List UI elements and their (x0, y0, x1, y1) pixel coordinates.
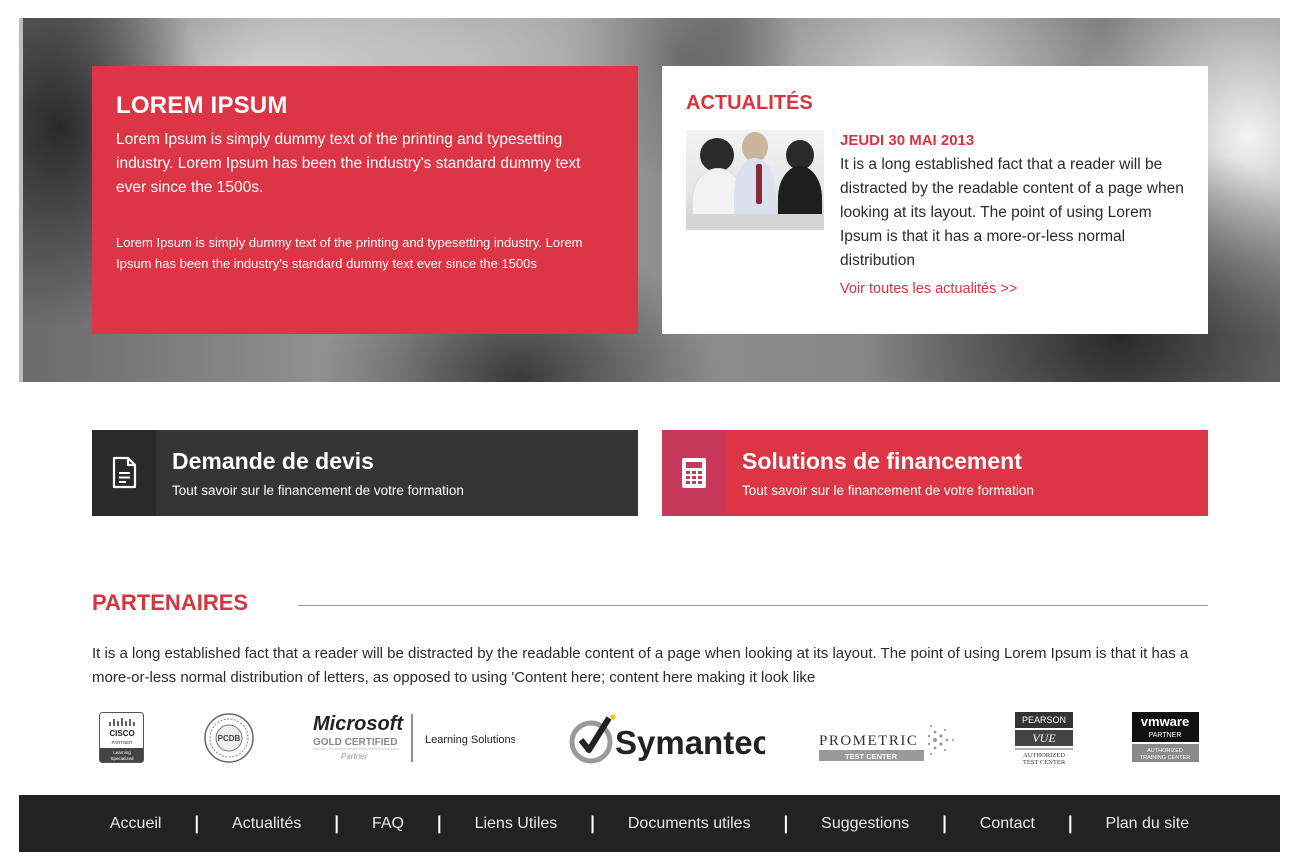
footer-link-documents-utiles[interactable]: Documents utiles (596, 815, 783, 833)
footer-separator: | (1066, 813, 1074, 834)
partners-text: It is a long established fact that a rea… (92, 645, 1189, 686)
svg-text:vmware: vmware (1141, 714, 1189, 729)
svg-text:AUTHORIZED: AUTHORIZED (1147, 748, 1183, 754)
footer-separator: | (193, 813, 201, 834)
svg-text:Specialized: Specialized (110, 756, 134, 761)
partners-header: PARTENAIRES (92, 590, 1208, 620)
financing-icon-box (662, 430, 726, 516)
financing-title: Solutions de financement (742, 448, 1022, 474)
svg-text:Learning: Learning (113, 750, 131, 755)
footer-separator: | (589, 813, 596, 834)
partners-divider (298, 605, 1208, 606)
financing-subtitle: Tout savoir sur le financement de votre … (742, 483, 1034, 498)
partners-title: PARTENAIRES (92, 590, 249, 615)
footer-link-actualites[interactable]: Actualités (200, 815, 333, 833)
promo-box: LOREM IPSUM Lorem Ipsum is simply dummy … (92, 66, 638, 334)
document-icon (112, 456, 137, 489)
svg-text:PCDB: PCDB (218, 734, 241, 743)
svg-text:AUTHORIZED: AUTHORIZED (1023, 752, 1065, 759)
svg-text:CISCO: CISCO (109, 729, 134, 738)
financing-banner[interactable]: Solutions de financement Tout savoir sur… (662, 430, 1208, 516)
news-title: ACTUALITÉS (686, 92, 813, 114)
footer-nav: Accueil | Actualités | FAQ | Liens Utile… (19, 795, 1280, 852)
quote-subtitle: Tout savoir sur le financement de votre … (172, 483, 464, 498)
footer-separator: | (782, 813, 790, 834)
svg-text:Microsoft: Microsoft (313, 713, 404, 735)
news-item: JEUDI 30 MAI 2013 It is a long establish… (840, 132, 1190, 297)
svg-text:VUE: VUE (1032, 731, 1056, 745)
footer-link-suggestions[interactable]: Suggestions (789, 815, 941, 833)
footer-link-faq[interactable]: FAQ (340, 815, 436, 833)
pearson-vue-logo[interactable]: PEARSON VUE AUTHORIZED TEST CENTER (1013, 708, 1077, 768)
hero-edge (19, 18, 23, 382)
news-date: JEUDI 30 MAI 2013 (840, 132, 975, 149)
footer-separator: | (333, 813, 340, 834)
calculator-icon (682, 458, 706, 488)
promo-paragraph-2: Lorem Ipsum is simply dummy text of the … (116, 235, 583, 271)
quote-request-banner[interactable]: Demande de devis Tout savoir sur le fina… (92, 430, 638, 516)
footer-link-plan-du-site[interactable]: Plan du site (1074, 815, 1222, 833)
microsoft-logo[interactable]: Microsoft GOLD CERTIFIED Partner Learnin… (311, 708, 517, 768)
footer-link-accueil[interactable]: Accueil (78, 815, 194, 833)
news-box: ACTUALITÉS JEUDI 30 MAI 2013 It is a lon… (662, 66, 1208, 334)
svg-text:PROMETRIC: PROMETRIC (819, 733, 918, 749)
all-news-link[interactable]: Voir toutes les actualités >> (840, 281, 1190, 297)
quote-icon-box (92, 430, 156, 516)
svg-text:Partner: Partner (341, 752, 368, 761)
cisco-logo[interactable]: CISCO PARTNER Learning Specialized (99, 708, 145, 768)
footer-link-liens-utiles[interactable]: Liens Utiles (443, 815, 590, 833)
svg-text:PEARSON: PEARSON (1022, 715, 1066, 725)
prometric-logo[interactable]: PROMETRIC TEST CENTER (817, 708, 959, 768)
svg-text:PARTNER: PARTNER (1149, 732, 1182, 739)
svg-text:Symantec: Symantec (615, 724, 765, 761)
svg-text:TRAINING CENTER: TRAINING CENTER (1140, 755, 1190, 761)
svg-text:PARTNER: PARTNER (111, 740, 133, 745)
promo-paragraph-1: Lorem Ipsum is simply dummy text of the … (116, 131, 581, 196)
quote-title: Demande de devis (172, 448, 374, 474)
symantec-logo[interactable]: Symantec (569, 708, 771, 768)
svg-text:Learning Solutions: Learning Solutions (425, 734, 515, 746)
pcdb-logo[interactable]: PCDB (203, 708, 255, 768)
news-photo[interactable] (686, 130, 824, 230)
footer-separator: | (941, 813, 948, 834)
svg-text:TEST CENTER: TEST CENTER (1023, 759, 1066, 766)
svg-text:TEST CENTER: TEST CENTER (845, 752, 898, 761)
vmware-logo[interactable]: vmware PARTNER AUTHORIZED TRAINING CENTE… (1131, 708, 1201, 768)
news-text: It is a long established fact that a rea… (840, 156, 1184, 269)
svg-text:GOLD CERTIFIED: GOLD CERTIFIED (313, 737, 397, 748)
promo-title: LOREM IPSUM (116, 92, 288, 119)
footer-link-contact[interactable]: Contact (948, 815, 1067, 833)
footer-separator: | (436, 813, 443, 834)
